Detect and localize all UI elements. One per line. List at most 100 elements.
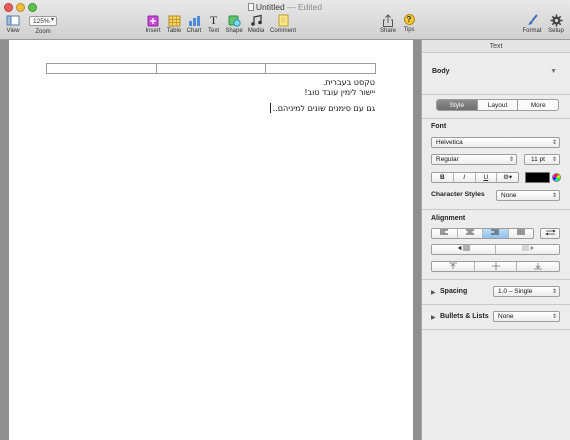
shape-label: Shape [225,28,243,34]
pages-window: Untitled — Edited View 125% Zoom Insert … [0,0,570,440]
table-cell[interactable] [266,64,375,73]
chart-icon [188,16,200,26]
align-right-button[interactable] [483,229,509,238]
align-justify-button[interactable] [509,229,534,238]
spacing-label[interactable]: Spacing [440,288,467,295]
inspector-header: Text [422,40,570,53]
alignment-section-label: Alignment [431,215,466,222]
font-style-buttons: B I U ⚙▾ [431,172,519,183]
spacing-popup[interactable]: 1.0 – Single [493,286,560,297]
insert-icon [147,15,159,27]
text-label: Text [207,28,219,34]
align-left-icon [440,229,449,235]
text-color-well[interactable] [525,172,550,183]
format-button[interactable]: Format [521,14,543,34]
font-section-label: Font [431,123,447,130]
text-direction-button[interactable] [540,228,560,239]
format-label: Format [522,28,542,34]
comment-icon [278,14,288,27]
text-direction-icon [541,229,559,238]
increase-indent-icon [521,245,534,251]
body-text-line[interactable]: טקסט בעברית. [323,78,375,87]
character-styles-popup[interactable]: None [496,190,560,201]
align-bottom-button[interactable] [517,262,559,271]
align-right-icon [491,229,500,235]
view-icon [6,15,20,26]
shape-icon [228,15,241,27]
tab-more[interactable]: More [518,100,558,110]
document-table[interactable] [46,63,376,74]
font-family-popup[interactable]: Helvetica [431,137,560,148]
comment-button[interactable]: Comment [268,14,298,34]
underline-button[interactable]: U [476,173,498,182]
align-middle-button[interactable] [475,262,518,271]
zoom-label: Zoom [35,29,51,35]
bullets-disclosure-icon[interactable]: ▶ [431,314,436,321]
bold-button[interactable]: B [432,173,454,182]
align-top-button[interactable] [432,262,475,271]
align-bottom-icon [534,263,543,270]
paragraph-style-selector[interactable]: Body ▼ [422,53,570,95]
insert-button[interactable]: Insert [144,14,162,34]
italic-button[interactable]: I [454,173,476,182]
align-center-button[interactable] [458,229,483,238]
paintbrush-icon [528,14,538,25]
tab-layout[interactable]: Layout [478,100,519,110]
text-icon: T [209,13,218,27]
bullets-lists-label[interactable]: Bullets & Lists [440,313,489,320]
alignment-buttons [431,228,534,239]
media-button[interactable]: Media [246,14,266,34]
share-icon [383,14,393,27]
vertical-alignment-buttons [431,261,560,272]
comment-label: Comment [269,28,296,34]
table-button[interactable]: Table [165,14,183,34]
body-text-line[interactable]: גם עם סימנים שונים למיניהם.. [273,104,375,113]
tab-style[interactable]: Style [437,100,478,110]
music-note-icon [250,14,262,26]
view-label: View [6,28,20,34]
setup-button[interactable]: Setup [546,14,566,34]
divider [422,304,570,305]
text-options-button[interactable]: ⚙▾ [497,173,518,182]
align-left-button[interactable] [432,229,458,238]
align-center-icon [465,229,474,235]
document-icon [247,3,254,11]
chart-button[interactable]: Chart [185,14,203,34]
table-icon [168,15,180,27]
format-inspector: Text Body ▼ Style Layout More Font Helve… [421,40,570,440]
table-label: Table [166,28,182,34]
zoom-popup[interactable]: 125% [29,16,57,26]
character-styles-label: Character Styles [431,191,485,198]
table-cell[interactable] [47,64,157,73]
shape-button[interactable]: Shape [225,14,243,34]
document-page[interactable]: טקסט בעברית. יישור לימין עובד טוב! גם עם… [9,40,413,440]
inspector-tabs: Style Layout More [436,99,559,111]
text-button[interactable]: T Text [206,13,221,35]
increase-indent-button[interactable] [496,245,559,254]
paragraph-style-name: Body [432,68,450,75]
decrease-indent-button[interactable] [432,245,496,254]
bullets-popup[interactable]: None [493,311,560,322]
tips-button[interactable]: ? Tips [400,14,418,33]
color-wheel-icon[interactable] [552,173,561,182]
body-text-line[interactable]: יישור לימין עובד טוב! [304,88,375,97]
tips-label: Tips [403,27,415,33]
document-canvas[interactable]: טקסט בעברית. יישור לימין עובד טוב! גם עם… [0,40,421,440]
align-justify-icon [516,229,525,235]
table-cell[interactable] [157,64,267,73]
tips-icon: ? [403,14,415,25]
chart-label: Chart [186,28,202,34]
window-title: Untitled — Edited [0,2,570,12]
font-typeface-popup[interactable]: Regular [431,154,517,165]
font-size-stepper[interactable]: 11 pt [524,154,560,165]
setup-label: Setup [548,28,564,34]
divider [422,279,570,280]
share-label: Share [379,28,396,34]
gear-icon [550,14,562,27]
divider [422,118,570,119]
share-button[interactable]: Share [379,14,397,34]
align-middle-icon [491,262,500,270]
spacing-disclosure-icon[interactable]: ▶ [431,289,436,296]
zoom-control[interactable]: 125% Zoom [27,15,59,35]
view-button[interactable]: View [4,14,22,34]
